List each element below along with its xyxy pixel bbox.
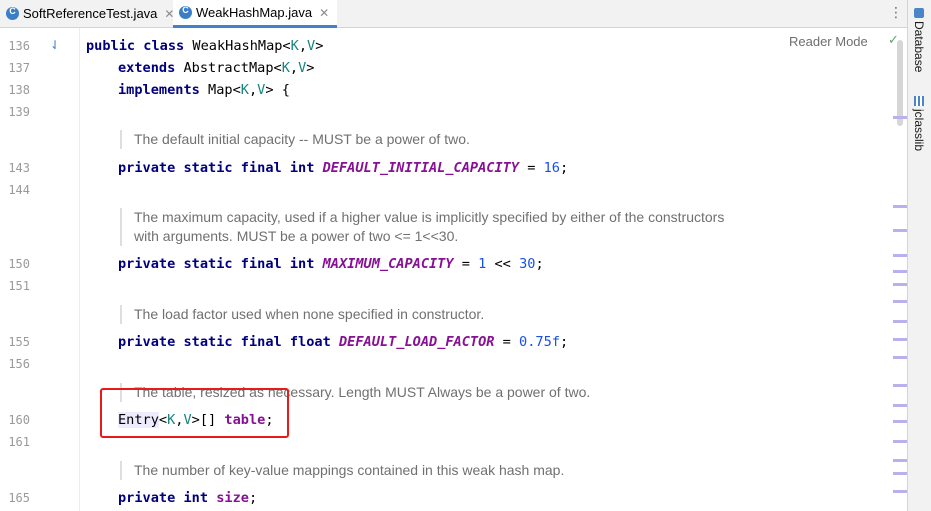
editor-tab-bar: SoftReferenceTest.java ✕ WeakHashMap.jav… (0, 0, 907, 28)
tool-window-jclasslib[interactable]: jclasslib (912, 96, 926, 151)
implementation-marker-icon[interactable]: ⇃ (50, 38, 60, 52)
scroll-marker[interactable] (893, 283, 907, 286)
scroll-marker[interactable] (893, 116, 907, 119)
scroll-marker[interactable] (893, 338, 907, 341)
scroll-marker[interactable] (893, 254, 907, 257)
line-number: 151 (8, 279, 30, 293)
code-line-default-initial-capacity: private static final int DEFAULT_INITIAL… (118, 160, 569, 176)
tab-softreferencetest[interactable]: SoftReferenceTest.java ✕ (0, 0, 174, 27)
scroll-marker[interactable] (893, 472, 907, 475)
scroll-marker[interactable] (893, 440, 907, 443)
scroll-marker[interactable] (893, 300, 907, 303)
gutter-divider (79, 28, 80, 511)
tab-weakhashmap[interactable]: WeakHashMap.java ✕ (173, 0, 337, 28)
code-line-implements: implements Map<K,V> { (118, 82, 290, 98)
more-options-icon[interactable]: ⋮ (889, 6, 903, 20)
scroll-marker[interactable] (893, 459, 907, 462)
code-line-extends: extends AbstractMap<K,V> (118, 60, 315, 76)
line-number: 155 (8, 335, 30, 349)
scroll-marker[interactable] (893, 270, 907, 273)
close-icon[interactable]: ✕ (319, 6, 329, 20)
code-line-class-decl: public class WeakHashMap<K,V> (86, 38, 324, 54)
code-line-size: private int size; (118, 490, 258, 506)
code-line-maximum-capacity: private static final int MAXIMUM_CAPACIT… (118, 256, 544, 272)
scroll-marker[interactable] (893, 229, 907, 232)
highlight-box (100, 388, 289, 438)
scroll-marker[interactable] (893, 404, 907, 407)
line-number: 150 (8, 257, 30, 271)
line-number: 139 (8, 105, 30, 119)
line-number: 161 (8, 435, 30, 449)
scroll-marker[interactable] (893, 384, 907, 387)
line-number: 137 (8, 61, 30, 75)
reader-mode-button[interactable]: Reader Mode (789, 34, 868, 49)
line-number: 165 (8, 491, 30, 505)
doc-comment: The load factor used when none specified… (120, 305, 484, 324)
jclasslib-icon (914, 96, 924, 106)
line-number: 144 (8, 183, 30, 197)
right-tool-window-bar: Database jclasslib (907, 0, 931, 511)
java-class-icon (6, 6, 19, 20)
line-number: 143 (8, 161, 30, 175)
database-icon (914, 8, 924, 18)
code-line-default-load-factor: private static final float DEFAULT_LOAD_… (118, 334, 569, 350)
line-number: 160 (8, 413, 30, 427)
doc-comment: The number of key-value mappings contain… (120, 461, 564, 480)
java-class-icon (179, 5, 192, 19)
scroll-marker[interactable] (893, 420, 907, 423)
doc-comment: The default initial capacity -- MUST be … (120, 130, 470, 149)
tab-label: SoftReferenceTest.java (23, 6, 158, 21)
scroll-marker[interactable] (893, 205, 907, 208)
line-number: 136 (8, 39, 30, 53)
scrollbar-thumb[interactable] (897, 40, 903, 126)
tool-window-database[interactable]: Database (912, 8, 926, 72)
line-number: 156 (8, 357, 30, 371)
scroll-marker[interactable] (893, 320, 907, 323)
tab-label: WeakHashMap.java (196, 5, 313, 20)
scroll-marker[interactable] (893, 490, 907, 493)
line-number: 138 (8, 83, 30, 97)
scroll-marker[interactable] (893, 356, 907, 359)
doc-comment: The maximum capacity, used if a higher v… (120, 208, 724, 246)
